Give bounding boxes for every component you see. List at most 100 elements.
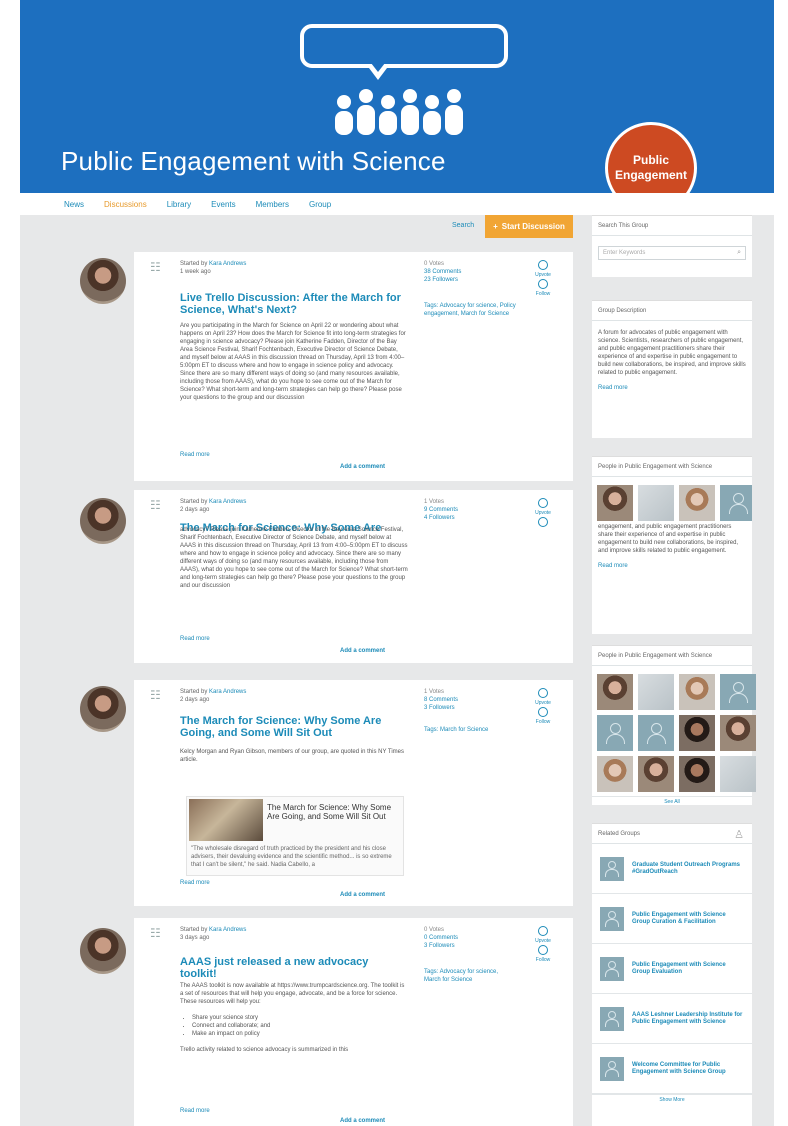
member-avatar[interactable] [679,674,715,710]
comments-count[interactable]: 0 Comments [424,934,458,942]
member-avatar[interactable] [597,756,633,792]
related-group-name[interactable]: AAAS Leshner Leadership Institute for Pu… [632,1012,744,1026]
start-discussion-button[interactable]: + Start Discussion [485,215,573,238]
member-avatar[interactable] [597,715,633,751]
show-more-link[interactable]: Show More [592,1094,752,1104]
add-comment-link[interactable]: Add a comment [340,648,385,654]
member-avatar[interactable] [638,674,674,710]
member-avatar[interactable] [638,485,674,521]
comments-count[interactable]: 8 Comments [424,696,458,704]
thread-title[interactable]: AAAS just released a new advocacy toolki… [180,956,404,980]
author-link[interactable]: Kara Andrews [209,499,246,505]
read-more-link[interactable]: Read more [592,563,752,569]
follow-label[interactable]: Follow [536,719,550,725]
comments-count[interactable]: 9 Comments [424,506,458,514]
thread-title[interactable]: Live Trello Discussion: After the March … [180,292,404,316]
upvote-label[interactable]: Upvote [535,272,551,278]
thread-tags[interactable]: Tags: Advocacy for science, March for Sc… [424,968,516,984]
author-avatar[interactable] [80,928,126,974]
link-preview-title[interactable]: The March for Science: Why Some Are Goin… [267,803,401,821]
upvote-icon[interactable] [538,260,548,270]
read-more-link[interactable]: Read more [180,1108,210,1114]
author-link[interactable]: Kara Andrews [209,689,246,695]
follow-label[interactable]: Follow [536,291,550,297]
thread-body-text: The AAAS toolkit is now available at htt… [180,983,405,1005]
search-link[interactable]: Search [452,222,474,229]
upvote-icon[interactable] [538,688,548,698]
upvote-label[interactable]: Upvote [535,938,551,944]
related-group-item[interactable]: Graduate Student Outreach Programs #Grad… [592,844,752,894]
add-comment-link[interactable]: Add a comment [340,464,385,470]
followers-count[interactable]: 4 Followers [424,514,458,522]
read-more-link[interactable]: Read more [180,880,210,886]
tab-discussions[interactable]: Discussions [104,200,147,209]
related-group-item[interactable]: Public Engagement with Science Group Eva… [592,944,752,994]
followers-count[interactable]: 3 Followers [424,704,458,712]
group-search-input[interactable]: Enter Keywords ⌕ [598,246,746,260]
related-groups-title: Related Groups ♙ [592,824,752,844]
tab-library[interactable]: Library [167,200,191,209]
related-group-name[interactable]: Public Engagement with Science Group Cur… [632,912,744,926]
discussion-thread-icon: ☷ [150,688,161,702]
member-avatar[interactable] [638,715,674,751]
add-comment-link[interactable]: Add a comment [340,892,385,898]
link-preview-card[interactable]: The March for Science: Why Some Are Goin… [186,796,404,876]
member-avatar[interactable] [720,485,752,521]
followers-count[interactable]: 3 Followers [424,942,458,950]
thread-stats: 0 Votes 38 Comments 23 Followers [424,260,461,284]
read-more-link[interactable]: Read more [180,452,210,458]
follow-icon[interactable] [538,517,548,527]
member-avatar[interactable] [679,715,715,751]
comments-count[interactable]: 38 Comments [424,268,461,276]
member-avatar[interactable] [720,715,756,751]
upvote-icon[interactable] [538,498,548,508]
author-avatar[interactable] [80,686,126,732]
tab-members[interactable]: Members [256,200,289,209]
read-more-link[interactable]: Read more [592,385,752,391]
related-group-item[interactable]: AAAS Leshner Leadership Institute for Pu… [592,994,752,1044]
follow-icon[interactable] [538,279,548,289]
badge-line2: Engagement [614,168,687,182]
follow-label[interactable]: Follow [536,957,550,963]
thread-time: 1 week ago [180,269,211,275]
search-icon[interactable]: ⌕ [737,249,741,257]
thread-body: Are you participating in the March for S… [180,323,406,401]
read-more-link[interactable]: Read more [180,636,210,642]
link-preview-image [189,799,263,841]
tab-group[interactable]: Group [309,200,331,209]
tab-events[interactable]: Events [211,200,235,209]
member-avatar[interactable] [720,674,756,710]
related-group-name[interactable]: Graduate Student Outreach Programs #Grad… [632,862,744,876]
see-all-link[interactable]: See All [592,796,752,806]
member-avatar[interactable] [597,674,633,710]
thread-tags[interactable]: Tags: Advocacy for science, Policy engag… [424,302,516,318]
related-group-name[interactable]: Welcome Committee for Public Engagement … [632,1062,744,1076]
author-avatar[interactable] [80,258,126,304]
upvote-icon[interactable] [538,926,548,936]
tab-news[interactable]: News [64,200,84,209]
add-comment-link[interactable]: Add a comment [340,1118,385,1124]
member-avatar[interactable] [720,756,756,792]
link-preview-text: "The wholesale disregard of truth practi… [191,846,392,868]
related-group-name[interactable]: Public Engagement with Science Group Eva… [632,962,744,976]
author-link[interactable]: Kara Andrews [209,927,246,933]
follow-icon[interactable] [538,707,548,717]
group-icon [600,1056,624,1081]
follow-icon[interactable] [538,945,548,955]
thread-title[interactable]: The March for Science: Why Some Are Goin… [180,715,404,739]
upvote-label[interactable]: Upvote [535,510,551,516]
related-group-item[interactable]: Public Engagement with Science Group Cur… [592,894,752,944]
upvote-label[interactable]: Upvote [535,700,551,706]
member-avatar[interactable] [597,485,633,521]
discussion-card: ☷ Started by Kara Andrews 1 week ago Live… [134,252,573,481]
group-icon [600,1006,624,1031]
related-group-item[interactable]: Welcome Committee for Public Engagement … [592,1044,752,1094]
author-link[interactable]: Kara Andrews [209,261,246,267]
search-placeholder: Enter Keywords [603,250,646,256]
author-avatar[interactable] [80,498,126,544]
member-avatar[interactable] [679,485,715,521]
followers-count[interactable]: 23 Followers [424,276,461,284]
thread-tags[interactable]: Tags: March for Science [424,726,516,734]
member-avatar[interactable] [679,756,715,792]
member-avatar[interactable] [638,756,674,792]
